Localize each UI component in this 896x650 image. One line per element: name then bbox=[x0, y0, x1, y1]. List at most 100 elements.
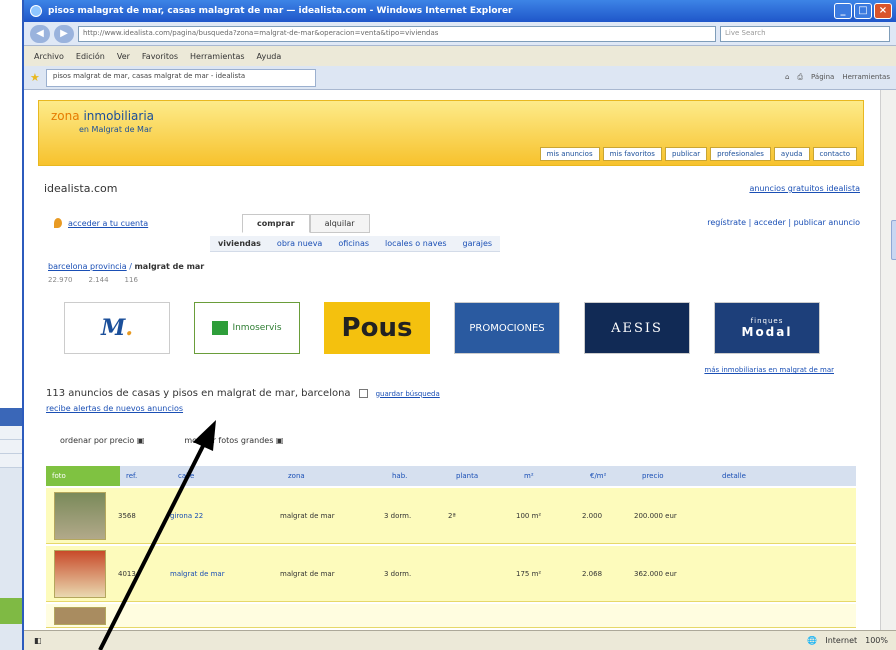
maximize-button[interactable]: □ bbox=[854, 3, 872, 19]
cell-zona: malgrat de mar bbox=[280, 511, 335, 520]
green-square-icon bbox=[212, 321, 229, 335]
zone-label: Internet bbox=[825, 636, 858, 645]
window-titlebar[interactable]: pisos malagrat de mar, casas malagrat de… bbox=[24, 0, 896, 22]
nav-profesionales[interactable]: profesionales bbox=[710, 147, 771, 161]
cell-precio: 362.000 eur bbox=[634, 569, 677, 578]
print-icon[interactable]: ⎙ bbox=[797, 73, 803, 82]
order-by-price[interactable]: ordenar por precio ▣ bbox=[60, 436, 144, 445]
col-precio[interactable]: precio bbox=[636, 472, 716, 480]
status-bar: ◧ 🌐 Internet 100% bbox=[24, 630, 896, 650]
col-detalle[interactable]: detalle bbox=[716, 472, 752, 480]
count: 22.970 bbox=[48, 276, 73, 284]
browser-tab[interactable]: pisos malgrat de mar, casas malgrat de m… bbox=[45, 68, 316, 87]
cell-precio: 200.000 eur bbox=[634, 511, 677, 520]
menu-item[interactable]: Archivo bbox=[34, 52, 64, 61]
mode-tabs: comprar alquilar bbox=[242, 214, 370, 233]
forward-icon[interactable]: ▶ bbox=[54, 24, 74, 43]
banner-nav: mis anuncios mis favoritos publicar prof… bbox=[539, 147, 857, 161]
cell-hab: 3 dorm. bbox=[384, 569, 412, 578]
agency-logo-modal[interactable]: finques Modal bbox=[714, 302, 820, 354]
agency-logos: M. Inmoservis Pous PROMOCIONES AESIS fin… bbox=[64, 302, 820, 354]
tools-menu[interactable]: Herramientas bbox=[842, 73, 890, 82]
scrollbar-thumb[interactable] bbox=[891, 220, 896, 260]
col-eurm2[interactable]: €/m² bbox=[584, 472, 636, 480]
search-input[interactable]: Live Search bbox=[720, 25, 890, 42]
col-zona[interactable]: zona bbox=[282, 472, 386, 480]
location-pin-icon bbox=[54, 218, 62, 228]
cell-m2: 100 m² bbox=[516, 511, 542, 520]
save-checkbox[interactable] bbox=[358, 389, 368, 398]
brand-logo[interactable]: zona inmobiliaria bbox=[51, 109, 154, 123]
results-summary: 113 anuncios de casas y pisos en malgrat… bbox=[46, 388, 440, 399]
ie-icon bbox=[30, 5, 42, 17]
menu-bar: Archivo Edición Ver Favoritos Herramient… bbox=[24, 46, 896, 66]
alerts-link[interactable]: recibe alertas de nuevos anuncios bbox=[46, 404, 183, 413]
menu-item[interactable]: Favoritos bbox=[142, 52, 178, 61]
more-agencies-link[interactable]: más inmobiliarias en malgrat de mar bbox=[704, 366, 834, 374]
count: 2.144 bbox=[88, 276, 109, 284]
col-hab[interactable]: hab. bbox=[386, 472, 450, 480]
nav-mis-favoritos[interactable]: mis favoritos bbox=[602, 147, 662, 161]
tab-locales[interactable]: locales o naves bbox=[385, 239, 447, 248]
url-field[interactable]: http://www.idealista.com/pagina/busqueda… bbox=[78, 25, 716, 42]
zone-counts: 22.970 2.144 116 bbox=[48, 276, 138, 284]
cell-calle[interactable]: girona 22 bbox=[170, 512, 280, 520]
table-row[interactable]: 4013 malgrat de mar malgrat de mar 3 dor… bbox=[46, 546, 856, 602]
cell-eurm2: 2.068 bbox=[582, 569, 603, 578]
account-links[interactable]: regístrate | acceder | publicar anuncio bbox=[707, 218, 860, 227]
table-row[interactable] bbox=[46, 604, 856, 628]
tab-obra-nueva[interactable]: obra nueva bbox=[277, 239, 322, 248]
agency-logo-m[interactable]: M. bbox=[64, 302, 170, 354]
col-planta[interactable]: planta bbox=[450, 472, 518, 480]
vertical-scrollbar[interactable] bbox=[880, 90, 896, 630]
nav-publicar[interactable]: publicar bbox=[664, 147, 708, 161]
breadcrumb-current: malgrat de mar bbox=[134, 262, 205, 271]
cell-ref: 4013 bbox=[118, 569, 136, 578]
tab-viviendas[interactable]: viviendas bbox=[218, 239, 261, 248]
close-button[interactable]: × bbox=[874, 3, 892, 19]
tab-alquilar[interactable]: alquilar bbox=[309, 214, 370, 233]
property-photo[interactable] bbox=[54, 549, 106, 598]
col-foto[interactable]: foto bbox=[46, 466, 120, 486]
cell-zona: malgrat de mar bbox=[280, 569, 335, 578]
property-type-tabs: viviendas obra nueva oficinas locales o … bbox=[210, 236, 501, 252]
window-title: pisos malagrat de mar, casas malagrat de… bbox=[48, 6, 513, 16]
col-m2[interactable]: m² bbox=[518, 472, 584, 480]
zoom-level[interactable]: 100% bbox=[865, 636, 888, 645]
browser-window: pisos malagrat de mar, casas malagrat de… bbox=[22, 0, 896, 650]
breadcrumb-parent[interactable]: barcelona provincia bbox=[48, 262, 127, 271]
minimize-button[interactable]: _ bbox=[834, 3, 852, 19]
agency-logo-aesis[interactable]: AESIS bbox=[584, 302, 690, 354]
tab-oficinas[interactable]: oficinas bbox=[338, 239, 369, 248]
status-icon: ◧ bbox=[34, 636, 42, 645]
property-photo[interactable] bbox=[54, 491, 106, 540]
menu-item[interactable]: Herramientas bbox=[190, 52, 245, 61]
cell-calle[interactable]: malgrat de mar bbox=[170, 570, 280, 578]
brand-sub: en Malgrat de Mar bbox=[79, 125, 153, 134]
agency-logo-green[interactable]: Inmoservis bbox=[194, 302, 300, 354]
tab-comprar[interactable]: comprar bbox=[242, 214, 310, 233]
agency-logo-premium[interactable]: PROMOCIONES bbox=[454, 302, 560, 354]
nav-contacto[interactable]: contacto bbox=[812, 147, 857, 161]
menu-item[interactable]: Ver bbox=[117, 52, 130, 61]
account-link[interactable]: acceder a tu cuenta bbox=[68, 219, 148, 228]
agency-logo-pous[interactable]: Pous bbox=[324, 302, 430, 354]
home-icon[interactable]: ⌂ bbox=[785, 73, 789, 82]
property-photo[interactable] bbox=[54, 606, 106, 625]
table-row[interactable]: 3568 girona 22 malgrat de mar 3 dorm. 2ª… bbox=[46, 488, 856, 544]
top-link[interactable]: anuncios gratuitos idealista bbox=[749, 184, 860, 193]
col-calle[interactable]: calle bbox=[172, 472, 282, 480]
back-icon[interactable]: ◀ bbox=[30, 24, 50, 43]
menu-item[interactable]: Ayuda bbox=[257, 52, 282, 61]
tab-garajes[interactable]: garajes bbox=[463, 239, 492, 248]
save-search-link[interactable]: guardar búsqueda bbox=[376, 390, 440, 398]
show-large-photos[interactable]: mostrar fotos grandes ▣ bbox=[184, 436, 283, 445]
nav-mis-anuncios[interactable]: mis anuncios bbox=[539, 147, 600, 161]
favorites-star-icon[interactable]: ★ bbox=[30, 71, 40, 84]
menu-item[interactable]: Edición bbox=[76, 52, 105, 61]
page-menu[interactable]: Página bbox=[811, 73, 834, 82]
nav-ayuda[interactable]: ayuda bbox=[773, 147, 810, 161]
site-name: idealista.com bbox=[44, 182, 118, 195]
col-ref[interactable]: ref. bbox=[120, 472, 172, 480]
page-content: zona inmobiliaria en Malgrat de Mar mis … bbox=[24, 90, 882, 630]
